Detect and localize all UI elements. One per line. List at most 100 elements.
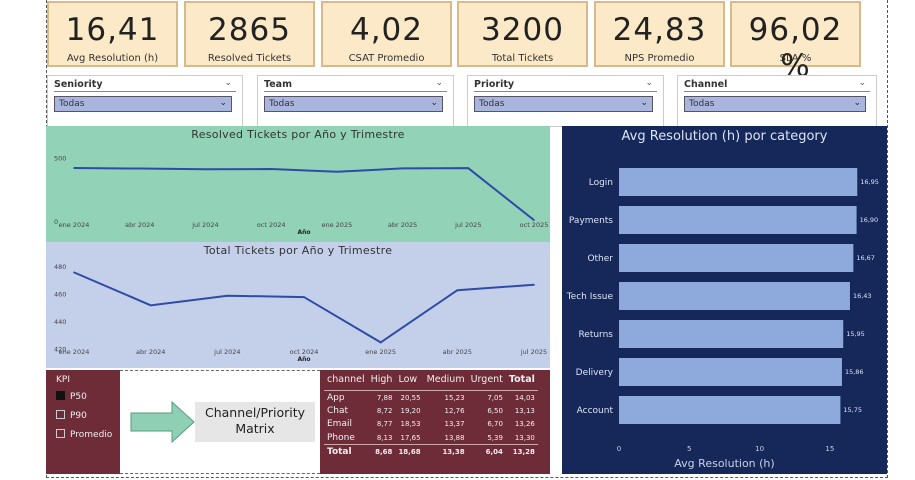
- table-cell: 8,72: [376, 406, 393, 415]
- x-tick-label: oct 2025: [520, 221, 549, 229]
- x-axis-title: Año: [297, 229, 310, 236]
- channel-priority-matrix-button[interactable]: Channel/Priority Matrix: [195, 402, 315, 442]
- column-header[interactable]: Total: [505, 372, 538, 391]
- kpi-value: 2865: [208, 12, 291, 48]
- slicer-divider: [264, 91, 447, 92]
- kpi-label: Resolved Tickets: [207, 53, 292, 64]
- kpi-label: NPS Promedio: [624, 53, 695, 64]
- kpi-card-resolved-tickets[interactable]: 2865 Resolved Tickets: [184, 1, 315, 67]
- chevron-down-icon[interactable]: ⌄: [858, 78, 866, 88]
- bar: [619, 358, 842, 386]
- slicer-dropdown[interactable]: Todas ⌄: [684, 96, 866, 112]
- table-cell: 18,53: [400, 420, 421, 429]
- x-tick-label: abr 2024: [136, 348, 165, 356]
- table-cell: 8,68: [367, 444, 396, 458]
- checkbox-icon[interactable]: [56, 410, 65, 419]
- bar: [619, 396, 841, 424]
- kpi-card-csat[interactable]: 4,02 CSAT Promedio: [321, 1, 452, 67]
- slicer-dropdown[interactable]: Todas ⌄: [474, 96, 653, 112]
- x-tick-label: 0: [617, 445, 621, 453]
- table-cell: 8,77: [376, 420, 393, 429]
- kpi-label: SLA %: [779, 53, 812, 64]
- table-cell: 6,04: [467, 444, 506, 458]
- data-point: [138, 167, 141, 170]
- x-tick-label: oct 2024: [257, 221, 286, 229]
- column-header[interactable]: channel: [324, 372, 368, 391]
- y-tick-label: 480: [54, 263, 66, 271]
- chevron-down-icon[interactable]: ⌄: [224, 78, 232, 88]
- kpi-option-label: P50: [70, 392, 87, 402]
- chevron-down-icon: ⌄: [219, 98, 227, 108]
- chevron-down-icon: ⌄: [640, 98, 648, 108]
- matrix-header-row: channel High Low Medium Urgent Total: [324, 372, 538, 391]
- category-label: Login: [589, 178, 613, 188]
- column-header[interactable]: Urgent: [467, 372, 506, 391]
- slicer-dropdown[interactable]: Todas ⌄: [264, 96, 443, 112]
- table-cell: 19,20: [400, 406, 421, 415]
- kpi-selector[interactable]: KPI P50 P90 Promedio: [46, 370, 120, 474]
- y-tick-label: 460: [54, 290, 66, 298]
- slicer-selected-value: Todas: [59, 99, 85, 109]
- data-point: [467, 167, 470, 169]
- row-label: App: [327, 392, 345, 403]
- table-cell: 13,88: [444, 433, 465, 442]
- resolved-tickets-chart[interactable]: Resolved Tickets por Año y Trimestre 0 50…: [46, 126, 550, 242]
- slicer-dropdown[interactable]: Todas ⌄: [54, 96, 232, 112]
- kpi-option-p50[interactable]: P50: [56, 391, 87, 402]
- data-label: 15,95: [846, 330, 865, 338]
- category-label: Account: [577, 406, 614, 416]
- chevron-down-icon[interactable]: ⌄: [645, 78, 653, 88]
- y-tick-label: 0: [54, 218, 58, 226]
- x-tick-label: ene 2024: [59, 348, 90, 356]
- table-row: Phone 8,13 17,65 13,88 5,39 13,30: [324, 431, 538, 445]
- x-tick-label: jul 2024: [213, 348, 240, 356]
- slicer-channel[interactable]: Channel ⌄ Todas ⌄: [677, 75, 877, 127]
- table-cell: 13,37: [444, 420, 465, 429]
- data-point: [204, 168, 207, 171]
- x-axis-title: Año: [297, 356, 310, 363]
- bar: [619, 282, 850, 310]
- column-header[interactable]: Low: [395, 372, 424, 391]
- slicer-priority[interactable]: Priority ⌄ Todas ⌄: [467, 75, 664, 127]
- x-tick-label: abr 2025: [388, 221, 417, 229]
- row-label: Email: [327, 419, 352, 430]
- kpi-value: 4,02: [349, 12, 424, 48]
- x-tick-label: jul 2025: [520, 348, 547, 356]
- arrow-right-icon[interactable]: [130, 401, 196, 443]
- data-point: [401, 167, 404, 170]
- kpi-card-sla[interactable]: 96,02 % SLA %: [730, 1, 861, 84]
- total-tickets-chart[interactable]: Total Tickets por Año y Trimestre 420 440…: [46, 242, 550, 368]
- slicer-seniority[interactable]: Seniority ⌄ Todas ⌄: [47, 75, 243, 127]
- table-total-row: Total 8,68 18,68 13,38 6,04 13,28: [324, 444, 538, 458]
- table-cell: 5,39: [487, 433, 503, 442]
- category-label: Payments: [569, 216, 613, 226]
- column-header[interactable]: Medium: [423, 372, 468, 391]
- kpi-card-avg-resolution[interactable]: 16,41 Avg Resolution (h): [47, 1, 178, 67]
- category-label: Other: [587, 254, 613, 264]
- column-header[interactable]: High: [367, 372, 396, 391]
- x-tick-label: abr 2025: [443, 348, 472, 356]
- matrix-table: channel High Low Medium Urgent Total App…: [324, 372, 538, 458]
- avg-resolution-by-category-chart[interactable]: Avg Resolution (h) por category Login 16,…: [562, 126, 887, 474]
- x-tick-label: jul 2024: [191, 221, 218, 229]
- x-tick-label: oct 2024: [290, 348, 319, 356]
- checkbox-checked-icon[interactable]: [56, 391, 65, 400]
- y-tick-label: 500: [54, 155, 66, 163]
- slicer-title: Seniority: [54, 79, 103, 90]
- table-cell: 17,65: [400, 433, 421, 442]
- kpi-option-promedio[interactable]: Promedio: [56, 429, 112, 440]
- data-point: [303, 296, 305, 298]
- chevron-down-icon: ⌄: [430, 98, 438, 108]
- kpi-card-total-tickets[interactable]: 3200 Total Tickets: [457, 1, 588, 67]
- table-cell: 12,76: [444, 406, 465, 415]
- checkbox-icon[interactable]: [56, 429, 65, 438]
- table-cell: 13,30: [514, 433, 535, 442]
- table-cell: 7,05: [487, 393, 503, 402]
- kpi-card-nps[interactable]: 24,83 NPS Promedio: [594, 1, 725, 67]
- slicer-divider: [54, 91, 236, 92]
- chevron-down-icon[interactable]: ⌄: [435, 78, 443, 88]
- table-row: App 7,88 20,55 15,23 7,05 14,03: [324, 391, 538, 405]
- kpi-option-p90[interactable]: P90: [56, 410, 87, 421]
- channel-priority-matrix[interactable]: channel High Low Medium Urgent Total App…: [320, 370, 550, 474]
- slicer-team[interactable]: Team ⌄ Todas ⌄: [257, 75, 454, 127]
